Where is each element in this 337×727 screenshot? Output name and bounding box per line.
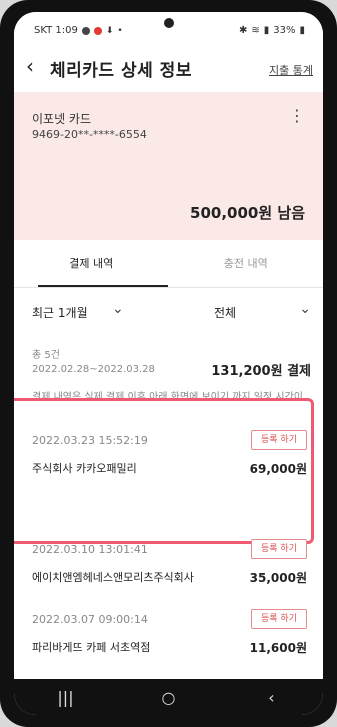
date-range: 2022.02.28~2022.03.28: [32, 364, 155, 375]
card-name: 이포넷 카드: [32, 112, 92, 126]
transaction-row[interactable]: 2022.03.23 15:52:19 등록 하기 주식회사 카카오패밀리 69…: [14, 430, 323, 496]
card-info-panel: 이포넷 카드 9469-20**-****-6554 ⋮ 500,000원 남음: [14, 92, 323, 240]
transaction-count: 총 5건: [32, 350, 60, 361]
transaction-merchant: 파리바게뜨 카페 서초역점: [32, 641, 151, 654]
remaining-balance: 500,000원 남음: [190, 204, 305, 222]
mute-icon: ✱: [238, 25, 248, 36]
period-filter[interactable]: 최근 1개월: [32, 304, 88, 321]
total-amount: 131,200원 결제: [211, 364, 311, 379]
spending-stats-link[interactable]: 지출 통계: [269, 62, 313, 78]
register-button[interactable]: 등록 하기: [251, 539, 307, 559]
signal-icon: ▮: [263, 25, 270, 36]
register-button[interactable]: 등록 하기: [251, 609, 307, 629]
transaction-date: 2022.03.10 13:01:41: [32, 543, 148, 556]
status-left: SKT 1:09 ⬇ •: [34, 25, 123, 36]
screen: SKT 1:09 ⬇ • ✱ ≋ ▮ 33% ▮ ‹ 체리카드 상세 정보 지출…: [14, 12, 323, 715]
tab-charge-history[interactable]: 충전 내역: [169, 240, 324, 288]
more-notifications-icon: •: [117, 25, 123, 36]
filter-row: 최근 1개월 ⌄ 전체 ⌄: [14, 288, 323, 338]
tab-bar: 결제 내역 충전 내역: [14, 240, 323, 288]
download-icon: ⬇: [105, 25, 114, 36]
card-number: 9469-20**-****-6554: [32, 128, 147, 141]
battery-text: 33%: [273, 25, 296, 36]
register-button[interactable]: 등록 하기: [251, 430, 307, 450]
camera-icon: [163, 18, 174, 28]
transaction-date: 2022.03.07 09:00:14: [32, 613, 148, 626]
transaction-row[interactable]: 2022.03.10 13:01:41 등록 하기 에이치앤엠헤네스앤모리츠주식…: [14, 539, 323, 605]
status-time: SKT 1:09: [34, 25, 78, 36]
system-nav-bar: ||| ○ ‹: [14, 679, 323, 715]
notification-icon: [93, 26, 102, 35]
transaction-date: 2022.03.23 15:52:19: [32, 434, 148, 447]
type-filter[interactable]: 전체: [214, 304, 236, 321]
page-title: 체리카드 상세 정보: [50, 61, 192, 81]
chat-icon: [81, 26, 90, 35]
transaction-amount: 35,000원: [249, 571, 307, 585]
home-icon[interactable]: ○: [149, 688, 189, 707]
status-right: ✱ ≋ ▮ 33% ▮: [239, 25, 305, 36]
transaction-amount: 11,600원: [249, 641, 307, 655]
type-chevron-down-icon[interactable]: ⌄: [299, 301, 311, 317]
more-options-icon[interactable]: ⋮: [289, 108, 305, 124]
wifi-icon: ≋: [251, 25, 260, 36]
period-chevron-down-icon[interactable]: ⌄: [112, 301, 124, 317]
device-frame: SKT 1:09 ⬇ • ✱ ≋ ▮ 33% ▮ ‹ 체리카드 상세 정보 지출…: [0, 0, 337, 727]
back-nav-icon[interactable]: ‹: [252, 688, 292, 707]
battery-icon: ▮: [299, 25, 305, 36]
app-header: ‹ 체리카드 상세 정보 지출 통계: [14, 46, 323, 92]
back-button[interactable]: ‹: [26, 54, 34, 78]
transaction-amount: 69,000원: [249, 462, 307, 476]
transaction-merchant: 에이치앤엠헤네스앤모리츠주식회사: [32, 571, 194, 584]
recents-icon[interactable]: |||: [46, 688, 86, 707]
transaction-row[interactable]: 2022.03.07 09:00:14 등록 하기 파리바게뜨 카페 서초역점 …: [14, 609, 323, 675]
status-bar: SKT 1:09 ⬇ • ✱ ≋ ▮ 33% ▮: [14, 12, 323, 46]
transaction-merchant: 주식회사 카카오패밀리: [32, 462, 137, 475]
tab-payment-history[interactable]: 결제 내역: [14, 240, 169, 288]
